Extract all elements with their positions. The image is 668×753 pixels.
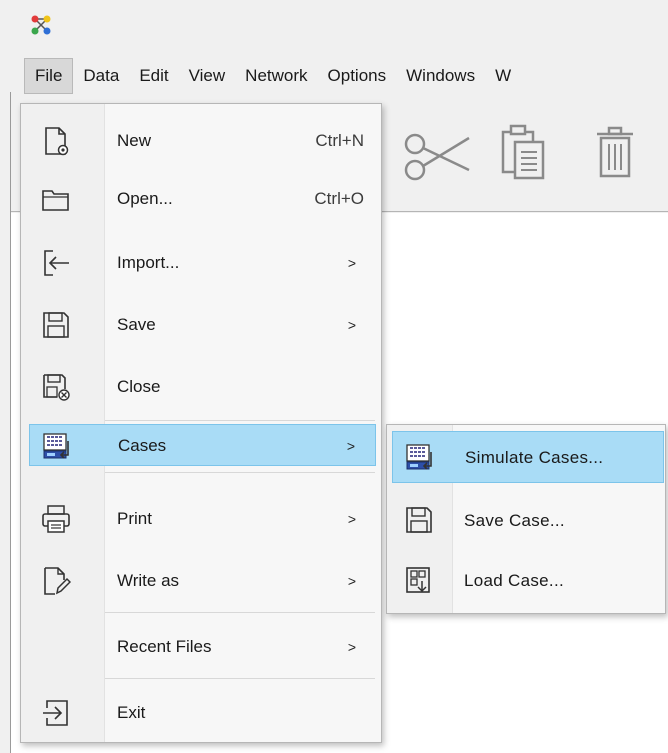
paste-icon[interactable]: [499, 124, 549, 182]
menu-item-label: Load Case...: [464, 571, 564, 590]
menu-view[interactable]: View: [179, 58, 236, 94]
menu-item-write-as[interactable]: Write as >: [29, 552, 376, 610]
submenu-item-load-case[interactable]: Load Case...: [392, 553, 664, 609]
menu-item-label: Print: [117, 509, 152, 528]
submenu-item-simulate-cases[interactable]: Simulate Cases...: [392, 431, 664, 483]
menu-item-label: Open...: [117, 189, 173, 208]
window-divider: [10, 92, 11, 753]
submenu-item-save-case[interactable]: Save Case...: [392, 493, 664, 549]
close-file-icon: [41, 372, 71, 402]
shortcut-label: Ctrl+O: [314, 189, 364, 208]
menu-windows[interactable]: Windows: [396, 58, 485, 94]
menu-item-label: Simulate Cases...: [465, 448, 604, 467]
menu-item-open[interactable]: Open... Ctrl+O: [29, 170, 376, 228]
delete-icon[interactable]: [595, 126, 635, 180]
menu-options[interactable]: Options: [318, 58, 397, 94]
menu-separator: [105, 472, 375, 473]
simulate-cases-icon: [405, 442, 435, 472]
menu-edit[interactable]: Edit: [129, 58, 178, 94]
cases-icon: [42, 431, 72, 461]
menu-item-exit[interactable]: Exit: [29, 684, 376, 742]
menu-item-new[interactable]: New Ctrl+N: [29, 112, 376, 170]
menu-item-label: Exit: [117, 703, 146, 722]
shortcut-label: Ctrl+N: [315, 131, 364, 150]
save-icon: [404, 505, 434, 535]
folder-icon: [41, 184, 71, 214]
menu-item-label: Save Case...: [464, 511, 565, 530]
cases-submenu: Simulate Cases... Save Case... Load Case…: [386, 424, 666, 614]
menu-bar: File Data Edit View Network Options Wind…: [24, 58, 521, 94]
menu-data[interactable]: Data: [73, 58, 129, 94]
write-as-icon: [41, 566, 71, 596]
menu-item-cases[interactable]: Cases >: [29, 424, 376, 466]
menu-separator: [105, 420, 375, 421]
menu-network[interactable]: Network: [235, 58, 317, 94]
menu-item-label: Cases: [118, 436, 167, 455]
import-icon: [41, 248, 71, 278]
menu-truncated[interactable]: W: [485, 58, 521, 94]
submenu-arrow-icon: >: [346, 438, 355, 454]
menu-file[interactable]: File: [24, 58, 74, 94]
menu-item-label: Close: [117, 377, 161, 396]
menu-item-label: Recent Files: [117, 637, 212, 656]
submenu-arrow-icon: >: [347, 511, 356, 527]
submenu-arrow-icon: >: [347, 317, 356, 333]
printer-icon: [41, 504, 71, 534]
menu-item-import[interactable]: Import... >: [29, 234, 376, 292]
submenu-arrow-icon: >: [347, 573, 356, 589]
menu-item-save[interactable]: Save >: [29, 296, 376, 354]
submenu-arrow-icon: >: [347, 255, 356, 271]
menu-separator: [105, 612, 375, 613]
menu-item-label: Import...: [117, 253, 180, 272]
exit-icon: [41, 698, 71, 728]
menu-item-label: New: [117, 131, 152, 150]
menu-item-close[interactable]: Close: [29, 358, 376, 416]
app-logo-icon: [30, 14, 52, 36]
file-menu: New Ctrl+N Open... Ctrl+O Import... > Sa…: [20, 103, 382, 743]
application-window: File Data Edit View Network Options Wind…: [0, 0, 668, 753]
save-icon: [41, 310, 71, 340]
load-case-icon: [404, 565, 434, 595]
menu-item-label: Write as: [117, 571, 180, 590]
menu-item-print[interactable]: Print >: [29, 490, 376, 548]
submenu-arrow-icon: >: [347, 639, 356, 655]
cut-icon[interactable]: [403, 130, 473, 182]
menu-item-recent-files[interactable]: Recent Files >: [29, 618, 376, 676]
new-file-icon: [41, 126, 71, 156]
menu-separator: [105, 678, 375, 679]
menu-item-label: Save: [117, 315, 156, 334]
